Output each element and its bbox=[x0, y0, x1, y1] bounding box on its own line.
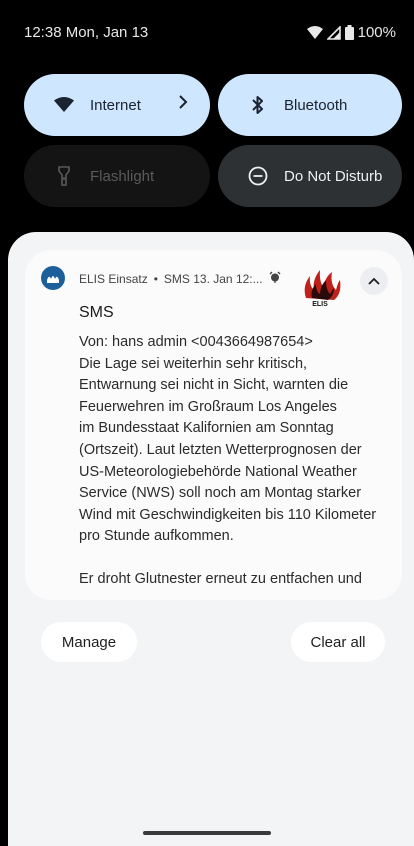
do-not-disturb-icon bbox=[246, 164, 270, 188]
header-separator: • bbox=[153, 271, 158, 286]
chevron-up-icon bbox=[368, 272, 380, 290]
notification-body: Von: hans admin <0043664987654> Die Lage… bbox=[79, 332, 391, 591]
battery-percent: 100% bbox=[357, 24, 396, 41]
body-line: Von: hans admin <0043664987654> bbox=[79, 334, 313, 350]
tile-dnd-label: Do Not Disturb bbox=[284, 167, 383, 185]
body-line: Service (NWS) soll noch am Montag starke… bbox=[79, 485, 362, 502]
notification-card[interactable]: ELIS Einsatz • SMS 13. Jan 12:... ELIS S… bbox=[25, 250, 402, 600]
body-continuation: Er droht Glutnester erneut zu entfachen … bbox=[79, 570, 362, 587]
bluetooth-icon bbox=[246, 93, 270, 117]
elis-logo: ELIS bbox=[300, 268, 342, 308]
body-line: (Ortszeit). Laut letzten Wetterprognosen… bbox=[79, 441, 362, 458]
tile-do-not-disturb[interactable]: Do Not Disturb bbox=[218, 145, 402, 207]
wifi-icon bbox=[52, 93, 76, 117]
body-line: Entwarnung sei nicht in Sicht, warnten d… bbox=[79, 377, 349, 394]
status-icons: 100% bbox=[306, 24, 396, 41]
notification-title: SMS bbox=[79, 304, 114, 321]
elis-logo-text: ELIS bbox=[312, 301, 328, 308]
body-line: Feuerwehren im Großraum Los Angeles bbox=[79, 398, 337, 415]
chevron-right-icon bbox=[178, 94, 188, 114]
alarm-icon bbox=[269, 271, 281, 286]
battery-icon bbox=[344, 25, 354, 40]
body-line: US-Meteorologiebehörde National Weather bbox=[79, 463, 357, 480]
tile-internet-label: Internet bbox=[90, 96, 141, 114]
notification-subtext: SMS 13. Jan 12:... bbox=[163, 271, 263, 286]
wifi-status-icon bbox=[306, 25, 323, 40]
manage-button[interactable]: Manage bbox=[41, 622, 137, 662]
body-line: pro Stunde aufkommen. bbox=[79, 528, 234, 545]
app-name: ELIS Einsatz bbox=[79, 271, 148, 286]
body-line: im Bundesstaat Kalifornien am Sonntag bbox=[79, 420, 334, 437]
tile-flashlight-label: Flashlight bbox=[90, 167, 155, 185]
cell-signal-icon bbox=[326, 25, 341, 40]
home-gesture-handle[interactable] bbox=[143, 831, 271, 835]
status-bar: 12:38 Mon, Jan 13 100% bbox=[0, 0, 414, 62]
body-line: Wind mit Geschwindigkeiten bis 110 Kilom… bbox=[79, 506, 377, 523]
status-time: 12:38 Mon, Jan 13 bbox=[24, 24, 149, 41]
tile-internet[interactable]: Internet bbox=[24, 74, 210, 136]
flashlight-icon bbox=[52, 164, 76, 188]
tile-bluetooth-label: Bluetooth bbox=[284, 96, 348, 114]
collapse-button[interactable] bbox=[360, 267, 388, 295]
notification-header: ELIS Einsatz • SMS 13. Jan 12:... bbox=[79, 271, 281, 286]
tile-bluetooth[interactable]: Bluetooth bbox=[218, 74, 402, 136]
tile-flashlight[interactable]: Flashlight bbox=[24, 145, 210, 207]
body-line: Die Lage sei weiterhin sehr kritisch, bbox=[79, 355, 308, 372]
clear-all-button[interactable]: Clear all bbox=[291, 622, 385, 662]
app-icon bbox=[41, 266, 65, 290]
